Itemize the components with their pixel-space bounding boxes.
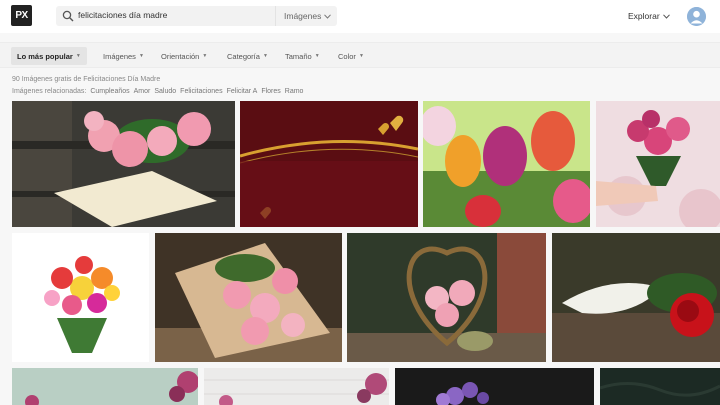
filter-orientation[interactable]: Orientación ▼: [155, 47, 213, 65]
filter-size[interactable]: Tamaño ▼: [279, 47, 326, 65]
photo-red-card-hearts: [240, 101, 418, 227]
site-logo[interactable]: PX: [11, 5, 32, 26]
image-card-heart-basket[interactable]: [347, 233, 546, 362]
photo-roses-envelope: [12, 101, 235, 227]
related-tags: Imágenes relacionadas: Cumpleaños Amor S…: [12, 88, 303, 95]
caret-down-icon: ▼: [314, 53, 320, 59]
photo-carnations-paper: [155, 233, 342, 362]
filter-label: Orientación: [161, 51, 200, 61]
image-card-red-rose-heart[interactable]: [552, 233, 720, 362]
photo-tulips: [423, 101, 590, 227]
explore-label: Explorar: [628, 11, 660, 21]
image-card-mixed-bouquet[interactable]: [12, 233, 149, 362]
filter-category[interactable]: Categoría ▼: [221, 47, 274, 65]
image-card-mint-roses[interactable]: [12, 368, 198, 405]
filter-label: Color: [338, 51, 356, 61]
related-tag-bouquet[interactable]: Ramo: [285, 88, 304, 95]
image-card-white-wood-roses[interactable]: [204, 368, 389, 405]
image-card-carnations-paper[interactable]: [155, 233, 342, 362]
related-tag-love[interactable]: Amor: [134, 88, 151, 95]
related-label: Imágenes relacionadas:: [12, 88, 87, 95]
image-card-dark-green[interactable]: [600, 368, 720, 405]
filter-bar: Lo más popular ▼ Imágenes ▼ Orientación ▼ C…: [0, 42, 720, 68]
related-tag-congratulate[interactable]: Felicitar A: [227, 88, 258, 95]
search-icon: [62, 10, 74, 22]
related-tag-flowers[interactable]: Flores: [261, 88, 280, 95]
caret-down-icon: ▼: [202, 53, 208, 59]
photo-purple-flowers: [395, 368, 594, 405]
photo-mint-roses: [12, 368, 198, 405]
filter-label: Tamaño: [285, 51, 312, 61]
filter-label: Imágenes: [103, 51, 136, 61]
caret-down-icon: ▼: [358, 53, 364, 59]
image-card-tulips[interactable]: [423, 101, 590, 227]
photo-white-wood-roses: [204, 368, 389, 405]
related-tag-greeting[interactable]: Saludo: [154, 88, 176, 95]
explore-menu[interactable]: Explorar: [628, 11, 670, 21]
photo-dark-green: [600, 368, 720, 405]
image-card-roses-envelope[interactable]: [12, 101, 235, 227]
search-type-label: Imágenes: [284, 11, 322, 21]
filter-label: Lo más popular: [17, 51, 73, 61]
filter-most-popular[interactable]: Lo más popular ▼: [11, 47, 87, 65]
user-icon: [687, 7, 706, 26]
photo-mixed-bouquet: [12, 233, 149, 362]
image-card-purple-flowers[interactable]: [395, 368, 594, 405]
caret-down-icon: ▼: [262, 53, 268, 59]
filter-images[interactable]: Imágenes ▼: [97, 47, 150, 65]
related-tag-birthday[interactable]: Cumpleaños: [90, 88, 129, 95]
results-count: 90 Imágenes gratis de Felicitaciones Día…: [12, 76, 161, 83]
top-header: PX felicitaciones día madre Imágenes Exp…: [0, 0, 720, 33]
user-avatar[interactable]: [687, 7, 706, 26]
image-card-red-card-hearts[interactable]: [240, 101, 418, 227]
photo-heart-basket: [347, 233, 546, 362]
search-type-dropdown[interactable]: Imágenes: [275, 6, 337, 26]
chevron-down-icon: [324, 13, 332, 19]
search-input[interactable]: felicitaciones día madre: [78, 10, 167, 20]
image-card-hand-bouquet[interactable]: [596, 101, 720, 227]
caret-down-icon: ▼: [138, 53, 144, 59]
logo-text: PX: [15, 10, 28, 21]
search-bar[interactable]: felicitaciones día madre Imágenes: [56, 6, 337, 26]
caret-down-icon: ▼: [75, 53, 81, 59]
photo-hand-bouquet: [596, 101, 720, 227]
chevron-down-icon: [662, 13, 670, 19]
related-tag-congratulations[interactable]: Felicitaciones: [180, 88, 222, 95]
filter-label: Categoría: [227, 51, 260, 61]
filter-color[interactable]: Color ▼: [332, 47, 370, 65]
photo-red-rose-heart: [552, 233, 720, 362]
